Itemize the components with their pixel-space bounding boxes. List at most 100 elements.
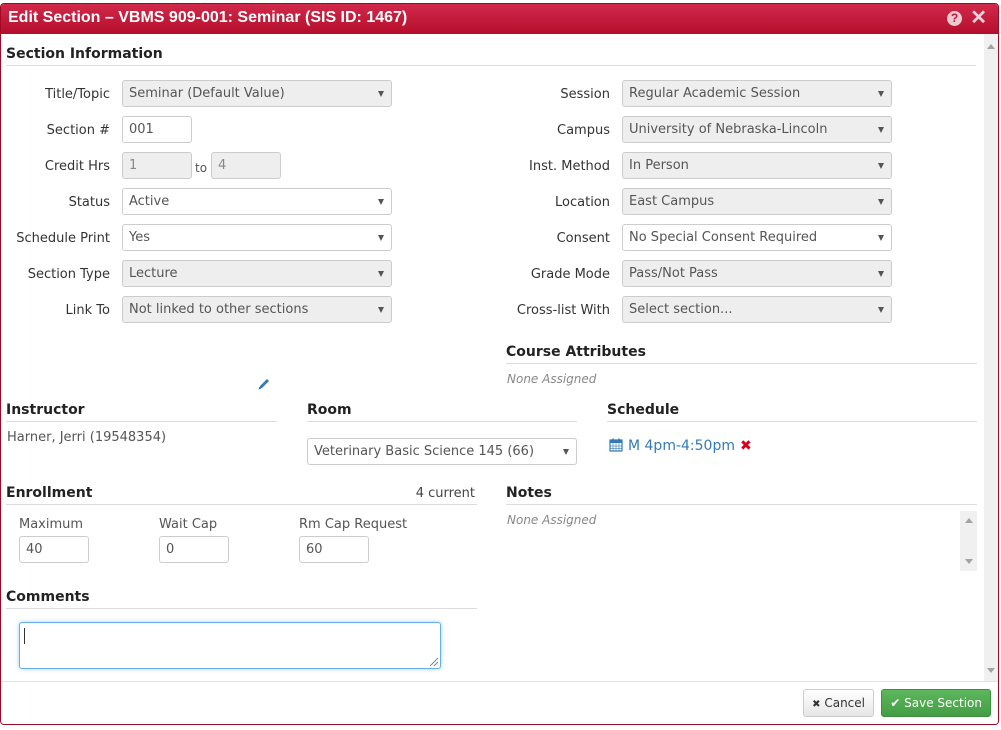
chevron-down-icon bbox=[878, 163, 884, 169]
notes-area: None Assigned bbox=[506, 511, 977, 571]
cancel-button[interactable]: ✖ Cancel bbox=[803, 689, 874, 717]
notes-value: None Assigned bbox=[507, 513, 597, 527]
section-type-label: Section Type bbox=[27, 267, 110, 282]
title-topic-label: Title/Topic bbox=[45, 87, 110, 102]
rm-cap-request-input[interactable]: 60 bbox=[299, 536, 369, 563]
credit-hrs-max-input[interactable]: 4 bbox=[211, 152, 281, 179]
close-icon: ✖ bbox=[812, 699, 821, 710]
room-heading: Room bbox=[307, 402, 577, 422]
link-to-label: Link To bbox=[65, 303, 110, 318]
pencil-icon[interactable] bbox=[257, 377, 271, 391]
consent-label: Consent bbox=[556, 231, 610, 246]
scroll-up-arrow-icon[interactable] bbox=[965, 518, 973, 523]
comments-textarea[interactable] bbox=[19, 622, 441, 669]
session-select[interactable]: Regular Academic Session bbox=[622, 80, 892, 107]
cancel-label: Cancel bbox=[824, 696, 865, 710]
cross-list-label: Cross-list With bbox=[516, 303, 610, 318]
campus-value: University of Nebraska-Lincoln bbox=[629, 122, 828, 137]
inst-method-label: Inst. Method bbox=[529, 159, 610, 174]
chevron-down-icon bbox=[878, 235, 884, 241]
schedule-meeting-link[interactable]: M 4pm-4:50pm bbox=[609, 438, 735, 454]
enrollment-heading-text: Enrollment bbox=[6, 485, 93, 501]
session-label: Session bbox=[560, 87, 610, 102]
instructor-heading: Instructor bbox=[6, 402, 277, 422]
dialog-titlebar: Edit Section – VBMS 909-001: Seminar (SI… bbox=[1, 4, 998, 34]
notes-heading: Notes bbox=[506, 485, 977, 505]
question-circle-icon[interactable]: ? bbox=[947, 11, 962, 26]
enrollment-current-count: 4 current bbox=[415, 486, 475, 501]
inst-method-value: In Person bbox=[629, 158, 689, 173]
schedule-print-select[interactable]: Yes bbox=[122, 224, 392, 251]
chevron-down-icon bbox=[378, 91, 384, 97]
cross-list-value: Select section... bbox=[629, 302, 733, 317]
inst-method-select[interactable]: In Person bbox=[622, 152, 892, 179]
maximum-label: Maximum bbox=[19, 517, 84, 532]
section-type-select[interactable]: Lecture bbox=[122, 260, 392, 287]
save-section-button[interactable]: ✔ Save Section bbox=[881, 689, 991, 717]
chevron-down-icon bbox=[378, 199, 384, 205]
chevron-down-icon bbox=[378, 307, 384, 313]
chevron-down-icon bbox=[878, 199, 884, 205]
title-topic-select[interactable]: Seminar (Default Value) bbox=[122, 80, 392, 107]
status-value: Active bbox=[129, 194, 170, 209]
edit-section-dialog: Edit Section – VBMS 909-001: Seminar (SI… bbox=[0, 3, 999, 725]
campus-select[interactable]: University of Nebraska-Lincoln bbox=[622, 116, 892, 143]
schedule-heading: Schedule bbox=[607, 402, 977, 422]
room-value: Veterinary Basic Science 145 (66) bbox=[314, 444, 535, 459]
location-label: Location bbox=[555, 195, 610, 210]
course-attributes-heading: Course Attributes bbox=[506, 344, 977, 364]
schedule-print-label: Schedule Print bbox=[16, 231, 110, 246]
check-icon: ✔ bbox=[890, 696, 901, 710]
status-label: Status bbox=[68, 195, 110, 210]
section-type-value: Lecture bbox=[129, 266, 178, 281]
session-value: Regular Academic Session bbox=[629, 86, 801, 101]
credit-hrs-min-input[interactable]: 1 bbox=[122, 152, 192, 179]
schedule-meeting-text: M 4pm-4:50pm bbox=[628, 438, 735, 454]
scroll-down-arrow-icon[interactable] bbox=[987, 668, 995, 673]
notes-scrollbar[interactable] bbox=[960, 511, 977, 571]
scroll-up-arrow-icon[interactable] bbox=[987, 44, 995, 49]
dialog-title: Edit Section – VBMS 909-001: Seminar (SI… bbox=[8, 9, 408, 26]
chevron-down-icon bbox=[378, 271, 384, 277]
remove-schedule-icon[interactable]: ✖ bbox=[740, 438, 752, 454]
schedule-print-value: Yes bbox=[129, 230, 150, 245]
section-information-heading: Section Information bbox=[6, 46, 976, 66]
link-to-select[interactable]: Not linked to other sections bbox=[122, 296, 392, 323]
chevron-down-icon bbox=[378, 235, 384, 241]
cross-list-select[interactable]: Select section... bbox=[622, 296, 892, 323]
maximum-input[interactable]: 40 bbox=[19, 536, 89, 563]
comments-heading: Comments bbox=[6, 589, 477, 609]
credit-hrs-separator: to bbox=[195, 161, 208, 175]
text-caret bbox=[24, 628, 25, 644]
close-icon[interactable]: ✕ bbox=[970, 7, 987, 29]
chevron-down-icon bbox=[878, 127, 884, 133]
instructor-name: Harner, Jerri (19548354) bbox=[7, 430, 167, 445]
wait-cap-input[interactable]: 0 bbox=[159, 536, 229, 563]
chevron-down-icon bbox=[563, 449, 569, 455]
rm-cap-request-label: Rm Cap Request bbox=[299, 517, 408, 532]
course-attributes-value: None Assigned bbox=[507, 372, 597, 386]
section-number-label: Section # bbox=[46, 123, 110, 138]
link-to-value: Not linked to other sections bbox=[129, 302, 309, 317]
status-select[interactable]: Active bbox=[122, 188, 392, 215]
room-select[interactable]: Veterinary Basic Science 145 (66) bbox=[307, 438, 577, 465]
location-value: East Campus bbox=[629, 194, 715, 209]
chevron-down-icon bbox=[878, 91, 884, 97]
scroll-down-arrow-icon[interactable] bbox=[965, 559, 973, 564]
wait-cap-label: Wait Cap bbox=[159, 517, 218, 532]
calendar-icon bbox=[609, 438, 623, 452]
credit-hrs-label: Credit Hrs bbox=[44, 159, 110, 174]
grade-mode-select[interactable]: Pass/Not Pass bbox=[622, 260, 892, 287]
location-select[interactable]: East Campus bbox=[622, 188, 892, 215]
section-number-input[interactable]: 001 bbox=[122, 116, 192, 143]
dialog-scrollbar[interactable] bbox=[984, 34, 998, 681]
campus-label: Campus bbox=[557, 123, 610, 138]
resize-grip-icon[interactable] bbox=[430, 658, 438, 666]
consent-select[interactable]: No Special Consent Required bbox=[622, 224, 892, 251]
grade-mode-label: Grade Mode bbox=[530, 267, 610, 282]
save-section-label: Save Section bbox=[904, 696, 982, 710]
enrollment-heading: Enrollment 4 current bbox=[6, 485, 477, 505]
dialog-footer: ✖ Cancel ✔ Save Section bbox=[1, 681, 998, 724]
consent-value: No Special Consent Required bbox=[629, 230, 818, 245]
grade-mode-value: Pass/Not Pass bbox=[629, 266, 718, 281]
